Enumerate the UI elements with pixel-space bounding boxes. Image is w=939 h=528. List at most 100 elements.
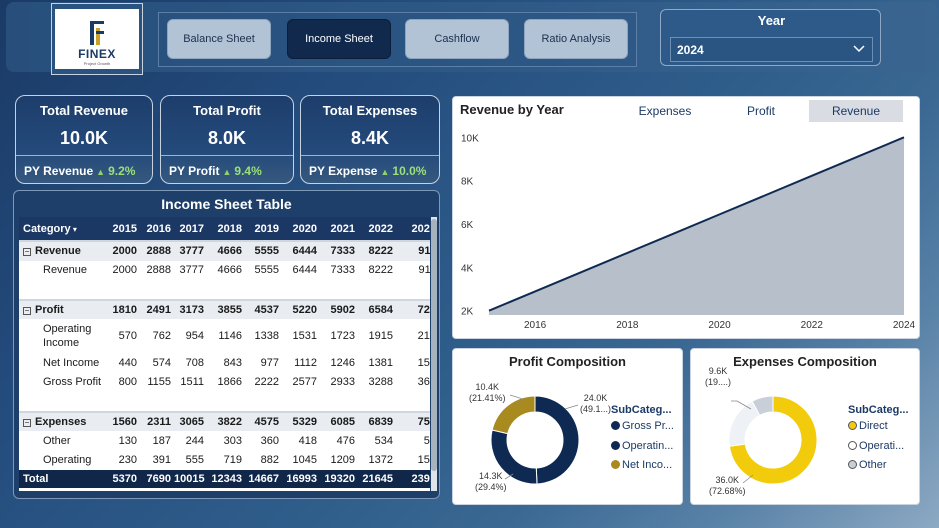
- table-cell: 418: [298, 434, 317, 447]
- collapse-icon[interactable]: −: [23, 418, 31, 427]
- kpi-py-label: PY Revenue: [24, 164, 94, 178]
- column-header-year[interactable]: 2023: [396, 217, 430, 241]
- legend-dot: [611, 441, 620, 450]
- legend-item-operating[interactable]: Operati...: [848, 440, 904, 452]
- table-cell: 5220: [282, 298, 320, 319]
- table-cell: 440: [118, 356, 137, 369]
- table-cell: [320, 392, 358, 412]
- x-tick-label: 2016: [524, 320, 547, 331]
- collapse-icon[interactable]: −: [23, 306, 31, 315]
- legend-item-direct[interactable]: Direct: [848, 420, 888, 432]
- table-cell: 1915: [368, 330, 393, 342]
- table-cell: 570: [118, 330, 137, 342]
- table-cell: 2888: [140, 240, 174, 261]
- slice-operating[interactable]: [728, 400, 761, 447]
- nav-cashflow-button[interactable]: Cashflow: [405, 19, 509, 59]
- collapse-icon[interactable]: −: [23, 248, 31, 257]
- table-cell: 2933: [330, 376, 355, 389]
- table-cell: 244: [185, 434, 204, 447]
- total-cell: 7690: [140, 470, 174, 488]
- nav-ratio-analysis-button[interactable]: Ratio Analysis: [524, 19, 628, 59]
- row-label: Gross Profit: [43, 376, 102, 389]
- data-label-value: 9.6K: [708, 366, 728, 376]
- table-cell: 1866: [217, 376, 242, 389]
- table-cell: 911: [396, 240, 430, 261]
- legend-dot: [611, 421, 620, 430]
- row-label: Revenue: [43, 264, 88, 277]
- table-scrollbar[interactable]: [431, 217, 437, 491]
- income-sheet-table: Category ▾ 2015 2016 2017 2018 2019 2020 2021 20…: [19, 217, 430, 488]
- table-cell: 1155: [147, 376, 171, 389]
- table-cell: 762: [152, 330, 171, 342]
- kpi-card-total-expenses: Total Expenses 8.4K PY Expense ▲ 10.0%: [300, 95, 440, 184]
- table-spacer-row: [19, 280, 430, 300]
- row-label: Operating Income: [43, 323, 92, 349]
- slice-gross-profit[interactable]: [534, 395, 580, 485]
- table-cell: 708: [185, 356, 204, 369]
- nav-income-sheet-button[interactable]: Income Sheet: [287, 19, 391, 59]
- table-title: Income Sheet Table: [161, 196, 292, 212]
- row-label: Net Income: [43, 356, 100, 369]
- data-label-percent: (19....): [705, 377, 732, 387]
- y-tick-label: 6K: [461, 220, 474, 231]
- table-cell: [396, 280, 430, 300]
- data-label: 10.4K (21.41%): [469, 382, 506, 404]
- column-header-year[interactable]: 2022: [358, 217, 396, 241]
- arrow-up-icon: ▲: [222, 167, 232, 177]
- table-cell: 5902: [320, 298, 358, 319]
- table-cell: 6085: [320, 410, 358, 431]
- column-header-year[interactable]: 2020: [282, 217, 320, 241]
- column-header-year[interactable]: 2019: [245, 217, 282, 241]
- table-cell: 1112: [294, 356, 317, 369]
- sort-desc-icon[interactable]: ▾: [71, 225, 77, 234]
- nav-balance-sheet-button[interactable]: Balance Sheet: [167, 19, 271, 59]
- column-header-year[interactable]: 2017: [174, 217, 207, 241]
- legend-label: Net Inco...: [622, 459, 673, 471]
- table-cell: [174, 392, 207, 412]
- row-label-text: Profit: [35, 303, 64, 316]
- y-tick-label: 8K: [461, 177, 474, 188]
- table-cell: 6444: [292, 264, 317, 277]
- column-header-year[interactable]: 2018: [207, 217, 245, 241]
- table-cell: 3822: [207, 410, 245, 431]
- table-cell: 2222: [254, 376, 279, 389]
- table-cell: 1372: [368, 454, 393, 467]
- kpi-card-total-profit: Total Profit 8.0K PY Profit ▲ 9.4%: [160, 95, 294, 184]
- logo-name: FINEX: [78, 47, 116, 61]
- table-cell: 759: [396, 410, 430, 431]
- tab-expenses[interactable]: Expenses: [618, 100, 712, 122]
- dashboard: FINEX Project Growth Balance Sheet Incom…: [0, 0, 939, 528]
- column-header-year[interactable]: 2016: [140, 217, 174, 241]
- table-scroll-area[interactable]: Category ▾ 2015 2016 2017 2018 2019 2020 2021 20…: [19, 217, 430, 491]
- tab-revenue[interactable]: Revenue: [809, 100, 903, 122]
- table-row: Net Income 440 574 708 843 977 1112 1246 1381 151: [19, 353, 430, 373]
- table-cell: 2888: [146, 264, 171, 277]
- legend-item-other[interactable]: Other: [848, 459, 887, 471]
- year-dropdown[interactable]: 2024: [670, 37, 873, 62]
- arrow-up-icon: ▲: [96, 167, 106, 177]
- column-header-year[interactable]: 2021: [320, 217, 358, 241]
- table-cell: 3288: [368, 376, 393, 389]
- table-cell: 151: [417, 356, 430, 369]
- legend-item-operating-income[interactable]: Operatin...: [611, 440, 673, 452]
- kpi-py-label: PY Profit: [169, 164, 220, 178]
- kpi-value: 8.4K: [350, 128, 390, 148]
- table-cell: 954: [185, 330, 204, 342]
- table-cell: [358, 392, 396, 412]
- year-slicer: Year 2024: [660, 9, 881, 66]
- legend-dot: [848, 421, 857, 430]
- column-header-year[interactable]: 2015: [106, 217, 140, 241]
- table-cell: 4537: [245, 298, 282, 319]
- table-cell: [140, 392, 174, 412]
- legend-item-gross-profit[interactable]: Gross Pr...: [611, 420, 674, 432]
- arrow-up-icon: ▲: [380, 167, 390, 177]
- table-row: Operating 230 391 555 719 882 1045 1209 1372 153: [19, 451, 430, 471]
- table-cell: 1381: [368, 356, 393, 369]
- scrollbar-thumb[interactable]: [431, 219, 437, 471]
- tab-profit[interactable]: Profit: [714, 100, 808, 122]
- column-header-category[interactable]: Category ▾: [19, 217, 106, 241]
- table-cell: 4666: [207, 240, 245, 261]
- table-cell: 1560: [106, 410, 140, 431]
- legend-item-net-income[interactable]: Net Inco...: [611, 459, 672, 471]
- legend-dot: [848, 441, 857, 450]
